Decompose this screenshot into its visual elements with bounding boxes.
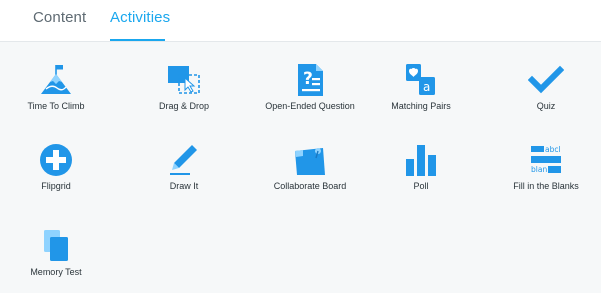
activity-time-to-climb[interactable]: Time To Climb [1,42,111,112]
svg-text:a: a [423,80,430,94]
activity-label: Quiz [536,101,556,111]
activity-label: Flipgrid [41,181,71,191]
activity-label: Poll [413,181,429,191]
activity-fill-in-the-blanks[interactable]: abcl blan Fill in the Blanks [491,122,601,192]
activity-collaborate-board[interactable]: Collaborate Board [255,122,365,192]
fill-blanks-icon: abcl blan [528,142,564,178]
tab-content[interactable]: Content [33,9,86,26]
fill-blanks-bottom-text: blan [531,165,547,174]
activities-grid: Time To Climb Drag & Drop ? Open-Ended Q… [0,42,601,293]
activity-flipgrid[interactable]: Flipgrid [1,122,111,192]
pencil-icon [166,142,202,178]
fill-blanks-top-text: abcl [545,145,561,154]
activity-poll[interactable]: Poll [366,122,476,192]
bar-chart-icon [403,142,439,178]
activity-label: Open-Ended Question [265,101,355,111]
activity-label: Time To Climb [27,101,85,111]
matching-pairs-icon: a [403,62,439,98]
activity-matching-pairs[interactable]: a Matching Pairs [366,42,476,112]
activity-open-ended-question[interactable]: ? Open-Ended Question [255,42,365,112]
tab-bar: Content Activities [0,0,601,42]
svg-text:?: ? [303,69,313,89]
tab-activities[interactable]: Activities [110,9,170,26]
activity-label: Memory Test [30,267,82,277]
drag-drop-icon [166,62,202,98]
activity-draw-it[interactable]: Draw It [129,122,239,192]
plus-circle-icon [38,142,74,178]
activity-drag-drop[interactable]: Drag & Drop [129,42,239,112]
activity-quiz[interactable]: Quiz [491,42,601,112]
activity-label: Collaborate Board [273,181,347,191]
activity-label: Fill in the Blanks [513,181,579,191]
activity-label: Matching Pairs [391,101,451,111]
memory-cards-icon [38,228,74,264]
pinned-board-icon [292,142,328,178]
activity-memory-test[interactable]: Memory Test [1,208,111,278]
activity-label: Draw It [169,181,199,191]
mountain-flag-icon [38,62,74,98]
activity-label: Drag & Drop [158,101,210,111]
checkmark-icon [528,62,564,98]
active-tab-indicator [110,39,165,41]
question-document-icon: ? [292,62,328,98]
